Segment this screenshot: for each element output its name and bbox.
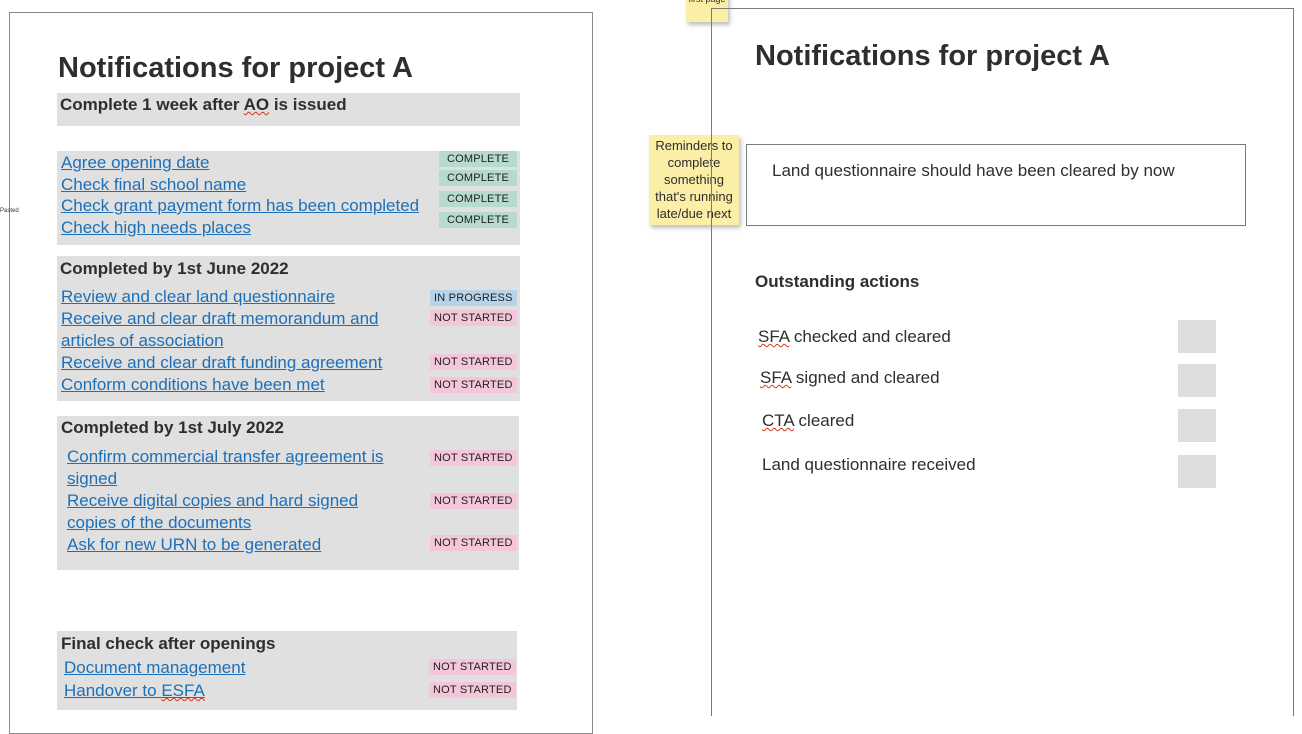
alert-text: Land questionnaire should have been clea… [772,161,1175,180]
task-link[interactable]: Ask for new URN to be generated [67,534,321,556]
action-item: Land questionnaire received [762,455,976,474]
right-page-top-border [711,8,1294,9]
status-badge: COMPLETE [439,191,517,207]
group-heading: Completed by 1st July 2022 [61,418,284,437]
action-checkbox[interactable] [1178,455,1216,488]
task-link[interactable]: Document management [64,657,245,679]
task-link[interactable]: Receive and clear draft funding agreemen… [61,352,382,374]
status-badge: COMPLETE [439,170,517,186]
status-badge: NOT STARTED [430,310,517,326]
pasted-note: Pasted [0,208,19,214]
status-badge: NOT STARTED [429,682,516,698]
page-title: Notifications for project A [755,40,1110,72]
task-link[interactable]: Review and clear land questionnaire [61,286,335,308]
status-badge: NOT STARTED [430,535,517,551]
group-heading: Completed by 1st June 2022 [60,259,289,278]
sticky-note-reminders[interactable]: Reminders to complete something that's r… [649,135,739,225]
task-link[interactable]: Receive digital copies and hard signed c… [67,490,397,534]
task-link[interactable]: Check grant payment form has been comple… [61,195,419,217]
status-badge: COMPLETE [439,151,517,167]
action-item: SFA signed and cleared [760,368,940,387]
task-link[interactable]: Conform conditions have been met [61,374,325,396]
action-checkbox[interactable] [1178,409,1216,442]
status-badge: NOT STARTED [430,493,517,509]
timing-banner-text: Complete 1 week after AO is issued [60,95,347,114]
page-title: Notifications for project A [58,52,413,84]
status-badge: IN PROGRESS [430,290,517,306]
action-item: SFA checked and cleared [758,327,951,346]
task-link[interactable]: Handover to ESFA [64,680,205,702]
task-link[interactable]: Check final school name [61,174,246,196]
action-item: CTA cleared [762,411,855,430]
group-heading: Final check after openings [61,634,276,653]
status-badge: NOT STARTED [429,659,516,675]
outstanding-heading: Outstanding actions [755,272,920,291]
right-page-left-border [711,8,712,716]
status-badge: NOT STARTED [430,354,517,370]
task-link[interactable]: Agree opening date [61,152,209,174]
sticky-note-first-page[interactable]: first page [686,0,728,22]
task-link[interactable]: Confirm commercial transfer agreement is… [67,446,417,490]
status-badge: NOT STARTED [430,377,517,393]
action-checkbox[interactable] [1178,364,1216,397]
task-link[interactable]: Check high needs places [61,217,251,239]
alert-box [746,144,1246,226]
esfa-abbr: ESFA [161,681,205,700]
right-page-right-border [1293,8,1294,716]
ao-abbr: AO [243,95,270,114]
status-badge: COMPLETE [439,212,517,228]
status-badge: NOT STARTED [430,450,517,466]
task-link[interactable]: Receive and clear draft memorandum and a… [61,308,381,352]
action-checkbox[interactable] [1178,320,1216,353]
